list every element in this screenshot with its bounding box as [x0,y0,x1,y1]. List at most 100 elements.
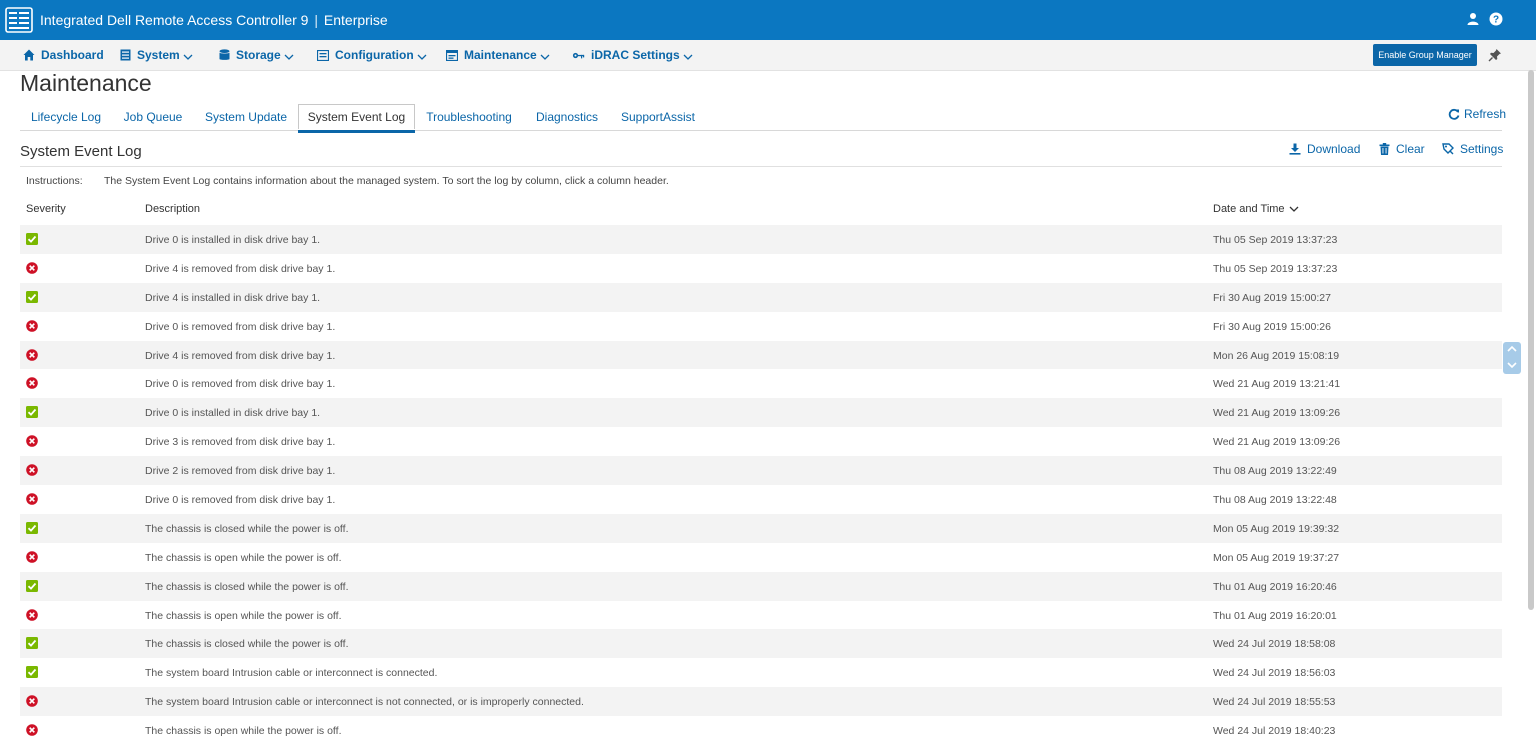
maintenance-tabs: Lifecycle Log Job Queue System Update Sy… [20,104,1502,133]
critical-status-icon [26,464,38,476]
server-icon [120,49,131,61]
critical-status-icon [26,435,38,448]
column-header-datetime[interactable]: Date and Time [1213,203,1299,215]
column-header-datetime-label: Date and Time [1213,203,1285,215]
table-row[interactable]: Drive 4 is removed from disk drive bay 1… [20,340,1502,370]
chevron-down-icon [284,54,294,60]
nav-system-label: System [137,48,180,62]
nav-dashboard[interactable]: Dashboard [23,40,104,70]
row-datetime: Thu 08 Aug 2019 13:22:49 [1213,465,1337,478]
row-description: Drive 3 is removed from disk drive bay 1… [145,436,336,449]
row-description: The chassis is closed while the power is… [145,580,349,593]
ok-status-icon [26,579,38,592]
table-row[interactable]: Drive 0 is removed from disk drive bay 1… [20,485,1502,514]
nav-storage[interactable]: Storage [219,40,294,70]
svg-text:?: ? [1493,15,1499,26]
row-datetime: Wed 21 Aug 2019 13:21:41 [1213,378,1341,391]
tab-supportassist[interactable]: SupportAssist [618,104,698,130]
clear-button[interactable]: Clear [1379,142,1425,156]
table-row[interactable]: Drive 4 is removed from disk drive bay 1… [20,254,1502,283]
user-icon[interactable] [1466,12,1480,26]
chevron-up-icon[interactable] [1507,345,1517,353]
tab-system-event-log[interactable]: System Event Log [298,104,415,133]
table-row[interactable]: The system board Intrusion cable or inte… [20,658,1502,687]
critical-status-icon [26,550,38,563]
table-row[interactable]: Drive 0 is installed in disk drive bay 1… [20,225,1502,254]
row-description: Drive 0 is installed in disk drive bay 1… [145,234,321,246]
row-datetime: Thu 01 Aug 2019 16:20:46 [1213,580,1337,593]
tab-lifecycle-log[interactable]: Lifecycle Log [26,104,106,130]
nav-maintenance[interactable]: Maintenance [445,40,550,70]
settings-label: Settings [1460,142,1504,156]
table-row[interactable]: Drive 0 is removed from disk drive bay 1… [20,369,1502,398]
table-row[interactable]: The chassis is closed while the power is… [20,571,1502,601]
table-row[interactable]: The chassis is closed while the power is… [20,629,1502,659]
nav-storage-label: Storage [236,48,281,62]
table-row[interactable]: Drive 2 is removed from disk drive bay 1… [20,456,1502,486]
chevron-down-icon[interactable] [1507,361,1517,369]
tab-job-queue[interactable]: Job Queue [118,104,188,130]
row-datetime: Wed 24 Jul 2019 18:55:53 [1213,696,1336,709]
vertical-scrollbar[interactable] [1528,70,1534,610]
chevron-down-icon [183,54,193,60]
row-description: Drive 0 is removed from disk drive bay 1… [145,378,336,391]
ok-status-icon [26,406,38,419]
row-description: Drive 4 is removed from disk drive bay 1… [145,349,336,362]
table-row[interactable]: Drive 0 is installed in disk drive bay 1… [20,398,1502,428]
idrac-logo-icon [5,7,33,33]
table-row[interactable]: Drive 3 is removed from disk drive bay 1… [20,427,1502,456]
table-row[interactable]: The chassis is open while the power is o… [20,601,1502,630]
column-header-severity[interactable]: Severity [26,203,66,215]
row-description: The chassis is closed while the power is… [145,522,349,535]
column-header-description[interactable]: Description [145,203,200,215]
nav-configuration[interactable]: Configuration [316,40,427,70]
critical-status-icon [26,724,38,736]
table-row[interactable]: Drive 0 is removed from disk drive bay 1… [20,312,1502,341]
settings-button[interactable]: Settings [1442,142,1503,156]
section-divider [20,166,1502,167]
download-button[interactable]: Download [1289,142,1360,156]
home-icon [23,49,35,61]
critical-status-icon [26,348,38,361]
event-log-table: Drive 0 is installed in disk drive bay 1… [20,225,1502,745]
row-datetime: Wed 21 Aug 2019 13:09:26 [1213,436,1341,449]
title-separator: | [314,12,318,28]
nav-system[interactable]: System [120,40,193,70]
app-title: Integrated Dell Remote Access Controller… [40,12,388,28]
row-description: Drive 4 is installed in disk drive bay 1… [145,291,321,304]
tab-troubleshooting[interactable]: Troubleshooting [422,104,516,130]
row-description: The chassis is open while the power is o… [145,551,342,564]
sort-descending-icon [1289,206,1299,212]
row-datetime: Mon 26 Aug 2019 15:08:19 [1213,349,1340,362]
table-row[interactable]: The chassis is open while the power is o… [20,716,1502,745]
table-row[interactable]: Drive 4 is installed in disk drive bay 1… [20,282,1502,312]
main-nav: Dashboard System Storage Configuration M… [0,40,1536,71]
header-bar: Integrated Dell Remote Access Controller… [0,0,1536,40]
edition-name: Enterprise [323,12,388,28]
table-row[interactable]: The system board Intrusion cable or inte… [20,687,1502,717]
tab-system-update[interactable]: System Update [200,104,292,130]
ok-status-icon [26,637,38,650]
enable-group-manager-button[interactable]: Enable Group Manager [1373,44,1477,66]
help-icon[interactable]: ? [1489,12,1503,26]
trash-icon [1379,143,1390,155]
row-description: Drive 4 is removed from disk drive bay 1… [145,262,336,275]
pin-icon[interactable] [1488,48,1502,62]
table-row[interactable]: The chassis is closed while the power is… [20,513,1502,543]
scroll-buttons[interactable] [1503,342,1521,374]
refresh-label: Refresh [1464,107,1507,121]
critical-status-icon [26,608,38,621]
tab-diagnostics[interactable]: Diagnostics [530,104,604,130]
ok-status-icon [26,521,38,534]
chevron-down-icon [540,54,550,60]
maintenance-icon [445,49,459,62]
nav-idrac-settings[interactable]: iDRAC Settings [572,40,693,70]
table-row[interactable]: The chassis is open while the power is o… [20,543,1502,572]
row-datetime: Thu 01 Aug 2019 16:20:01 [1213,609,1337,622]
row-datetime: Fri 30 Aug 2019 15:00:27 [1213,291,1331,304]
row-datetime: Thu 05 Sep 2019 13:37:23 [1213,262,1338,275]
instructions: Instructions: The System Event Log contai… [26,175,669,187]
refresh-button[interactable]: Refresh [1448,107,1506,121]
row-description: The chassis is open while the power is o… [145,725,342,738]
row-description: Drive 0 is installed in disk drive bay 1… [145,407,321,420]
